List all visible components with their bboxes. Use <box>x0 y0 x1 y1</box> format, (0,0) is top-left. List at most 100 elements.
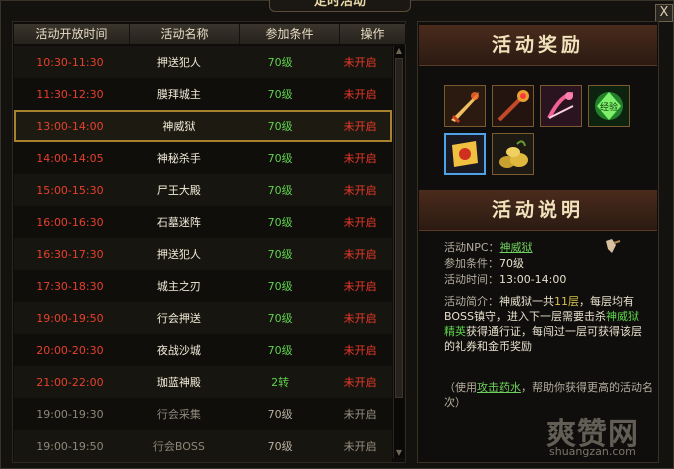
row-name: 行会BOSS <box>152 440 205 453</box>
table-row[interactable]: 19:00-19:50 行会押送 70级 未开启 <box>14 302 392 334</box>
row-name: 尸王大殿 <box>156 184 201 197</box>
row-level: 70级 <box>267 440 293 453</box>
row-status: 未开启 <box>343 216 377 229</box>
run-to-npc-icon[interactable] <box>602 237 622 255</box>
close-button[interactable]: X <box>655 4 673 22</box>
row-time: 11:30-12:30 <box>36 87 104 101</box>
table-row[interactable]: 14:00-14:05 神秘杀手 70级 未开启 <box>14 142 392 174</box>
row-status: 未开启 <box>343 184 377 197</box>
gold-pile-icon[interactable] <box>492 133 534 175</box>
row-time: 21:00-22:00 <box>36 375 104 389</box>
npc-line: 活动NPC：神威狱 <box>444 240 656 256</box>
table-row-selected[interactable]: 13:00-14:00 神威狱 70级 未开启 <box>14 110 392 142</box>
scroll-icon[interactable] <box>444 133 486 175</box>
npc-label: 活动NPC： <box>444 241 500 254</box>
row-name: 城主之刃 <box>156 280 201 293</box>
tip-part: （使用 <box>444 381 477 394</box>
header-name: 活动名称 <box>130 24 240 44</box>
condition-value: 70级 <box>499 257 524 270</box>
scroll-up-icon[interactable]: ▲ <box>394 46 404 56</box>
header-time: 活动开放时间 <box>14 24 130 44</box>
svg-text:经验: 经验 <box>600 101 618 113</box>
table-header: 活动开放时间 活动名称 参加条件 操作 <box>14 24 406 44</box>
watermark-url: shuangzan.com <box>549 445 636 458</box>
intro-part: 获得通行证，每闯过一层可获得该层的礼券和金币奖励 <box>444 325 642 353</box>
activity-table: 活动开放时间 活动名称 参加条件 操作 10:30-11:30 押送犯人 70级… <box>12 21 406 463</box>
row-name: 夜战沙城 <box>156 344 201 357</box>
row-status: 未开启 <box>343 440 377 453</box>
row-level: 70级 <box>267 216 293 229</box>
scroll-down-icon[interactable]: ▼ <box>394 448 404 458</box>
activity-description: 活动NPC：神威狱 参加条件：70级 活动时间：13:00-14:00 活动简介… <box>444 237 656 409</box>
time-line: 活动时间：13:00-14:00 <box>444 272 656 288</box>
row-time: 15:00-15:30 <box>36 183 104 197</box>
time-value: 13:00-14:00 <box>499 273 567 286</box>
row-name: 石墓迷阵 <box>156 216 201 229</box>
table-row[interactable]: 19:00-19:50 行会BOSS 70级 未开启 <box>14 430 392 462</box>
table-scrollbar[interactable]: ▲ ▼ <box>393 46 404 458</box>
table-body: 10:30-11:30 押送犯人 70级 未开启 11:30-12:30 膜拜城… <box>14 46 392 462</box>
row-level: 70级 <box>267 56 293 69</box>
row-name: 行会采集 <box>156 408 201 421</box>
row-level: 70级 <box>267 280 293 293</box>
intro-floors: 11层 <box>554 295 579 308</box>
row-level: 2转 <box>271 376 290 389</box>
row-name: 押送犯人 <box>156 56 201 69</box>
npc-link[interactable]: 神威狱 <box>500 241 533 254</box>
row-time: 19:00-19:30 <box>36 407 104 421</box>
staff-icon[interactable] <box>492 85 534 127</box>
row-level: 70级 <box>267 152 293 165</box>
intro-part: 神威狱一共 <box>499 295 554 308</box>
row-status: 未开启 <box>343 280 377 293</box>
row-time: 19:00-19:50 <box>36 311 104 325</box>
row-name: 押送犯人 <box>156 248 201 261</box>
green-gem-icon[interactable]: 经验 <box>588 85 630 127</box>
table-row[interactable]: 11:30-12:30 膜拜城主 70级 未开启 <box>14 78 392 110</box>
row-level: 70级 <box>267 408 293 421</box>
row-time: 19:00-19:50 <box>36 439 104 453</box>
row-time: 13:00-14:00 <box>36 119 104 133</box>
fan-icon[interactable] <box>540 85 582 127</box>
row-status: 未开启 <box>343 88 377 101</box>
row-level: 70级 <box>267 88 293 101</box>
table-row[interactable]: 21:00-22:00 珈蓝神殿 2转 未开启 <box>14 366 392 398</box>
activity-detail-panel: 活动奖励 经验 活动说明 活动NPC：神威狱 参加条件：70级 活动时间：13:… <box>417 21 659 463</box>
row-time: 16:30-17:30 <box>36 247 104 261</box>
intro-text: 活动简介：神威狱一共11层，每层均有BOSS镇守，进入下一层需要击杀神威狱精英获… <box>444 294 644 354</box>
intro-label: 活动简介： <box>444 295 499 308</box>
sword-icon[interactable] <box>444 85 486 127</box>
table-row[interactable]: 19:00-19:30 行会采集 70级 未开启 <box>14 398 392 430</box>
table-row[interactable]: 16:30-17:30 押送犯人 70级 未开启 <box>14 238 392 270</box>
row-status: 未开启 <box>343 408 377 421</box>
window-title: 定时活动 <box>269 0 411 12</box>
row-level: 70级 <box>267 312 293 325</box>
row-level: 70级 <box>267 344 293 357</box>
info-title: 活动说明 <box>419 190 657 231</box>
row-status: 未开启 <box>343 344 377 357</box>
table-row[interactable]: 20:00-20:30 夜战沙城 70级 未开启 <box>14 334 392 366</box>
tip-text: （使用攻击药水，帮助你获得更高的活动名次） <box>444 380 664 410</box>
row-level: 70级 <box>267 248 293 261</box>
row-status: 未开启 <box>343 312 377 325</box>
row-status: 未开启 <box>343 120 377 133</box>
row-status: 未开启 <box>343 248 377 261</box>
row-name: 神威狱 <box>162 120 196 133</box>
row-time: 20:00-20:30 <box>36 343 104 357</box>
header-action: 操作 <box>340 24 406 44</box>
table-row[interactable]: 16:00-16:30 石墓迷阵 70级 未开启 <box>14 206 392 238</box>
row-name: 行会押送 <box>156 312 201 325</box>
row-level: 70级 <box>267 184 293 197</box>
header-condition: 参加条件 <box>240 24 340 44</box>
table-row[interactable]: 17:30-18:30 城主之刃 70级 未开启 <box>14 270 392 302</box>
row-time: 17:30-18:30 <box>36 279 104 293</box>
row-name: 神秘杀手 <box>156 152 201 165</box>
row-level: 70级 <box>267 120 293 133</box>
scroll-thumb[interactable] <box>395 58 403 398</box>
row-time: 14:00-14:05 <box>36 151 104 165</box>
condition-label: 参加条件： <box>444 257 499 270</box>
attack-potion-link[interactable]: 攻击药水 <box>477 381 521 394</box>
table-row[interactable]: 10:30-11:30 押送犯人 70级 未开启 <box>14 46 392 78</box>
table-row[interactable]: 15:00-15:30 尸王大殿 70级 未开启 <box>14 174 392 206</box>
row-status: 未开启 <box>343 56 377 69</box>
condition-line: 参加条件：70级 <box>444 256 656 272</box>
